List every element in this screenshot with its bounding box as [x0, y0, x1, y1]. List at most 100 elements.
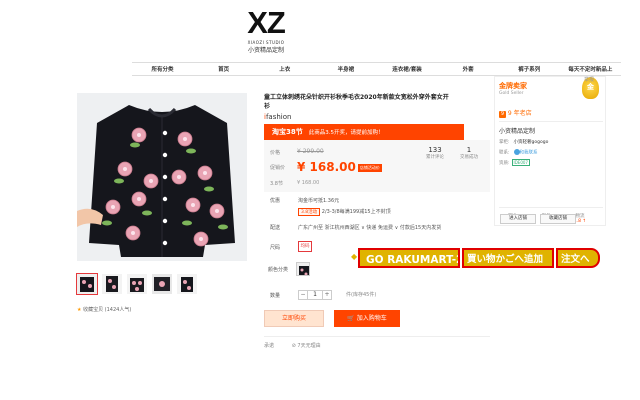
ifashion-logo: ifashion — [264, 113, 291, 121]
shop-name[interactable]: 小资精品定制 — [499, 126, 535, 135]
stock-info: 件(库存45件) — [346, 292, 377, 298]
shipping-info[interactable]: 广东广州至 浙江杭州西湖区 ∨ 快递 免运费 ∨ 付款后15天内发货 — [298, 224, 441, 231]
seller-label: 掌柜: — [499, 140, 510, 145]
qualification-tag[interactable]: IDE007 — [511, 159, 530, 166]
price-box: 价格 ¥ 299.00 促销价 ¥ 168.00 店铺活动价 3.8节 ¥ 168… — [264, 140, 490, 192]
contact-label: 联系: — [499, 150, 510, 156]
report-link[interactable]: 举报 — [584, 76, 594, 83]
add-to-cart-label: 加入购物车 — [356, 315, 387, 322]
price-label: 价格 — [270, 150, 281, 156]
current-price-value: ¥ 168.00 — [297, 160, 356, 174]
price-tag: 店铺活动价 — [357, 163, 382, 172]
nav-skirts[interactable]: 半身裙 — [315, 65, 376, 73]
sales-count-value: 1 — [466, 146, 472, 154]
current-price: ¥ 168.00 店铺活动价 — [297, 160, 382, 174]
ifashion-logo-text: fashion — [265, 113, 292, 121]
quantity-stepper: − 1 + — [298, 290, 332, 300]
original-price: ¥ 299.00 — [297, 148, 324, 155]
collect-item[interactable]: ★ 收藏宝贝 (1424人气) — [77, 306, 131, 313]
promo-price-label: 促销价 — [270, 165, 286, 171]
logo-mark: XZ — [247, 5, 286, 40]
festival-price: ¥ 168.00 — [297, 180, 320, 186]
nav-home[interactable]: 首页 — [193, 65, 254, 73]
size-option[interactable]: 均码 — [298, 241, 312, 252]
thumbnail[interactable] — [177, 274, 197, 294]
size-label: 尺码 — [270, 245, 281, 251]
collect-label: 收藏宝贝 (1424人气) — [83, 307, 132, 313]
nav-tops[interactable]: 上衣 — [254, 65, 315, 73]
shop-panel: 金牌卖家 Gold Seller 金 9 9 年老店 小资精品定制 掌柜: 小资轻… — [494, 76, 606, 226]
quantity-plus-button[interactable]: + — [322, 290, 332, 300]
rakumart-toolbar: GO RAKUMART-20 買い物かごへ追加 注文へ — [358, 245, 600, 270]
coin-discount: 淘金币可抵1.36元 — [298, 198, 340, 204]
thumbnail[interactable] — [127, 274, 147, 294]
qualification-label: 资质: — [499, 161, 510, 166]
thumbnail-image — [177, 274, 197, 294]
product-main-image[interactable] — [77, 93, 247, 261]
enter-shop-button[interactable]: 进入店铺 — [500, 214, 536, 224]
banner-text: 此商品3.5开奖，请提前加购！ — [308, 130, 384, 136]
cardigan-image — [77, 93, 247, 261]
add-to-cart-button[interactable]: 🛒 加入购物车 — [334, 310, 400, 327]
logo-tagline: 小资精品定制 — [247, 47, 284, 54]
divider — [264, 336, 490, 337]
service-row: 承诺 ⊘ 7天无理由 — [264, 342, 321, 349]
shop-nav: 所有分类 首页 上衣 半身裙 连衣裙/套装 外套 裤子系列 每天不定时新品上 — [132, 62, 621, 76]
event-text: 2/3-3/8每满199减15上不封顶 — [321, 209, 391, 215]
shop-years-text: 9 年老店 — [507, 110, 532, 117]
thumbnail-image — [152, 274, 172, 294]
shipping-label: 配送 — [270, 225, 281, 231]
seller-row: 掌柜: 小资轻奢gogogo — [499, 139, 548, 145]
promo-banner: 淘宝38节 此商品3.5开奖，请提前加购！ — [264, 124, 464, 140]
extension-marker-icon: ◆ — [351, 252, 358, 261]
add-to-cart-extension-button[interactable]: 買い物かごへ追加 — [462, 247, 554, 268]
thumbnail-image — [127, 274, 147, 294]
years-icon: 9 — [499, 111, 506, 118]
promo-event: 3.8活动 2/3-3/8每满199减15上不封顶 — [298, 208, 391, 216]
contact-value[interactable]: 和我联系 — [520, 151, 538, 156]
shop-years: 9 9 年老店 — [499, 108, 532, 118]
review-count[interactable]: 133 累计评论 — [420, 146, 450, 160]
nav-pants[interactable]: 裤子系列 — [499, 65, 560, 73]
service-text: 7天无理由 — [297, 343, 321, 349]
thumbnail-image — [77, 274, 97, 294]
sales-count-label: 交易成功 — [460, 155, 478, 160]
favorite-shop-button[interactable]: 收藏店铺 — [540, 214, 576, 224]
buy-now-button[interactable]: 立即购买 — [264, 310, 324, 327]
quantity-label: 数量 — [270, 293, 281, 299]
color-option[interactable] — [296, 262, 310, 276]
divider — [499, 121, 603, 122]
order-button[interactable]: 注文へ — [556, 247, 600, 268]
sales-count: 1 交易成功 — [454, 146, 484, 160]
thumbnail[interactable] — [152, 274, 172, 294]
thumbnail-list — [76, 273, 197, 295]
quantity-minus-button[interactable]: − — [298, 290, 308, 300]
go-rakumart-button[interactable]: GO RAKUMART-20 — [358, 247, 460, 268]
review-count-label: 累计评论 — [426, 155, 444, 160]
seller-value: 小资轻奢gogogo — [513, 140, 549, 145]
qualification-row: 资质: IDE007 — [499, 159, 530, 166]
gold-seller-sub: Gold Seller — [499, 91, 524, 96]
quantity-input[interactable]: 1 — [308, 290, 322, 300]
contact-row: 联系: 和我联系 — [499, 149, 538, 156]
thumbnail[interactable] — [102, 274, 122, 294]
color-label: 颜色分类 — [268, 267, 289, 273]
nav-coats[interactable]: 外套 — [438, 65, 499, 73]
product-title: 童工立体刺绣花朵针织开衫秋季毛衣2020年新款女宽松外穿外套女开衫 — [264, 94, 449, 110]
festival-price-label: 3.8节 — [270, 181, 283, 187]
gold-seller-badge: 金牌卖家 — [499, 82, 527, 90]
event-tag: 3.8活动 — [298, 208, 321, 216]
review-count-value: 133 — [428, 146, 442, 154]
shop-logo[interactable]: XZ XIAOZI STUDIO 小资精品定制 — [246, 5, 286, 54]
color-swatch-image — [297, 264, 309, 275]
star-icon: ★ — [77, 307, 82, 313]
promo-label: 优惠 — [270, 198, 281, 204]
cart-icon: 🛒 — [347, 315, 357, 322]
nav-new-arrivals[interactable]: 每天不定时新品上 — [560, 65, 621, 73]
divider — [499, 207, 603, 208]
service-icon: ⊘ — [291, 343, 296, 349]
thumbnail[interactable] — [76, 273, 98, 295]
nav-dresses[interactable]: 连衣裙/套装 — [377, 65, 438, 73]
nav-all-categories[interactable]: 所有分类 — [132, 65, 193, 73]
service-label: 承诺 — [264, 343, 275, 349]
